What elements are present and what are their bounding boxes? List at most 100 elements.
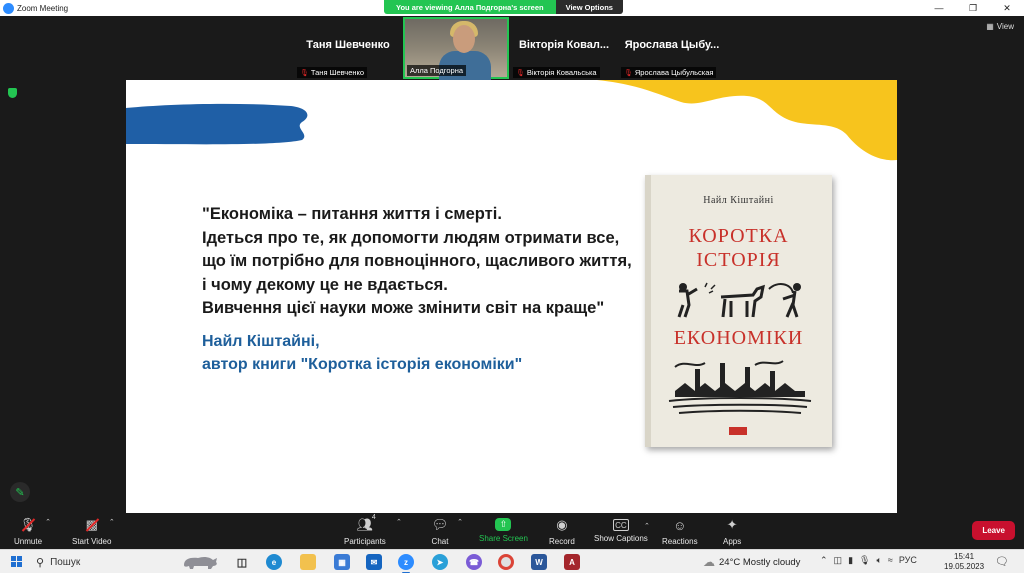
participant-label-text: Алла Подгорна — [410, 66, 464, 75]
screen-share-banner: You are viewing Алла Подгорна's screen V… — [384, 0, 623, 14]
microphone-icon[interactable]: 🎙︎ — [859, 555, 870, 566]
book-spine — [645, 175, 651, 447]
viewing-indicator: You are viewing Алла Подгорна's screen — [384, 0, 556, 14]
zoom-icon[interactable]: z — [398, 554, 414, 573]
quote-text: "Економіка – питання життя і смерті. Іде… — [202, 203, 632, 321]
leave-button[interactable]: Leave — [972, 521, 1015, 540]
yellow-brush-shape — [597, 80, 897, 161]
reactions-button[interactable]: ☺ Reactions — [662, 516, 698, 547]
access-icon[interactable]: A — [564, 554, 580, 570]
taskbar-clock[interactable]: 15:41 19.05.2023 — [944, 552, 984, 572]
chevron-up-icon[interactable]: ⌃ — [457, 518, 463, 526]
participant-tile-active-speaker[interactable]: Алла Подгорна — [403, 17, 509, 81]
meeting-toolbar: 🎙︎ ⌃ Unmute ▩ ⌃ Start Video 👥︎ 4 ⌃ Participa… — [0, 513, 1024, 549]
participant-tile[interactable]: Вікторія Ковал... 🎙︎ Вікторія Ковальська — [511, 17, 617, 79]
participant-name-large: Вікторія Ковал... — [518, 39, 610, 51]
quote-line: Вивчення цієї науки може змінити світ на… — [202, 299, 605, 317]
view-options-button[interactable]: View Options — [555, 0, 623, 14]
language-indicator[interactable]: РУС — [899, 555, 917, 566]
security-shield-icon[interactable] — [8, 88, 17, 98]
chat-icon: 💬︎ ⌃ — [431, 517, 463, 532]
share-screen-icon: ⇧ — [495, 518, 512, 531]
mail-icon[interactable]: ✉ — [366, 554, 382, 570]
weather-text: 24°C Mostly cloudy — [719, 556, 801, 568]
file-explorer-icon[interactable] — [300, 554, 316, 570]
book-author: Найл Кіштайні — [703, 195, 774, 206]
start-video-button[interactable]: ▩ ⌃ Start Video — [72, 516, 115, 546]
chevron-up-icon[interactable]: ⌃ — [45, 518, 51, 526]
apps-button[interactable]: ✦ Apps — [723, 516, 741, 546]
battery-icon[interactable]: ▮ — [848, 555, 853, 566]
speaker-icon[interactable]: 🔈︎ — [876, 555, 881, 566]
participant-strip: Таня Шевченко 🎙︎ Таня Шевченко Алла Подг… — [295, 17, 725, 81]
participant-name-large: Ярослава Цыбу... — [624, 39, 720, 51]
participant-label: 🎙︎ Вікторія Ковальська — [513, 67, 600, 78]
camera-off-icon: ▩ ⌃ — [83, 516, 115, 534]
participant-label: 🎙︎ Ярослава Цыбульская — [621, 67, 717, 78]
viber-icon[interactable]: ☎ — [466, 554, 482, 570]
show-captions-label: Show Captions — [594, 534, 648, 543]
mic-muted-icon: 🎙︎ — [300, 69, 309, 77]
quote-line: і чому декому це не вдається. — [202, 275, 448, 294]
chevron-up-icon[interactable]: ⌃ — [109, 518, 115, 526]
close-icon[interactable]: ✕ — [990, 0, 1024, 16]
participant-tile[interactable]: Ярослава Цыбу... 🎙︎ Ярослава Цыбульская — [619, 17, 725, 79]
participant-label: Алла Подгорна — [407, 65, 467, 76]
annotate-pen-icon[interactable]: ✎ — [10, 482, 30, 502]
record-button[interactable]: ◉ Record — [549, 516, 575, 546]
chevron-up-icon[interactable]: ⌃ — [644, 522, 650, 530]
book-title-line: історія — [696, 249, 781, 271]
show-hidden-icons-chevron-icon[interactable]: ⌃ — [820, 555, 828, 566]
participants-label: Participants — [344, 537, 386, 546]
telegram-icon[interactable]: ➤ — [432, 554, 448, 570]
show-captions-button[interactable]: CC ⌃ Show Captions — [594, 516, 650, 543]
task-view-icon[interactable]: ◫ — [234, 554, 250, 570]
word-icon[interactable]: W — [531, 554, 547, 570]
chat-button[interactable]: 💬︎ ⌃ Chat — [431, 516, 463, 546]
participants-count: 4 — [371, 514, 376, 521]
participant-label: 🎙︎ Таня Шевченко — [297, 67, 368, 78]
record-label: Record — [549, 537, 575, 546]
shared-screen-slide: "Економіка – питання життя і смерті. Іде… — [126, 80, 897, 513]
edge-icon[interactable]: e — [266, 554, 282, 570]
start-video-label: Start Video — [72, 537, 112, 546]
network-icon[interactable]: ◫ — [834, 555, 843, 566]
share-screen-button[interactable]: ⇧ Share Screen — [479, 516, 528, 543]
book-illustration-factory — [668, 360, 812, 414]
participant-name-large: Таня Шевченко — [306, 39, 390, 51]
apps-label: Apps — [723, 537, 742, 546]
store-icon[interactable]: ▦ — [334, 554, 350, 570]
unmute-label: Unmute — [14, 537, 43, 546]
quote-author: Найл Кіштайні, автор книги "Коротка істо… — [202, 330, 522, 376]
record-icon: ◉ — [556, 517, 568, 532]
minimize-icon[interactable]: — — [922, 0, 956, 16]
cloud-icon: ☁ — [703, 555, 715, 569]
participant-tile[interactable]: Таня Шевченко 🎙︎ Таня Шевченко — [295, 17, 401, 79]
weather-widget[interactable]: ☁ 24°C Mostly cloudy — [703, 555, 800, 569]
apps-icon: ✦ — [726, 517, 738, 532]
quote-line: що їм потрібно для повноцінного, щасливо… — [202, 252, 632, 270]
book-title-line: економіки — [673, 327, 804, 349]
mic-muted-icon: 🎙︎ — [624, 69, 633, 77]
notifications-icon[interactable]: 🗨︎ — [995, 555, 1009, 568]
chrome-icon[interactable] — [498, 554, 514, 570]
book-cover-image: Найл Кіштайні Коротка історія економіки — [645, 175, 832, 447]
clock-time: 15:41 — [954, 552, 975, 561]
publisher-logo — [729, 427, 747, 435]
video-person-face — [453, 25, 475, 53]
search-placeholder: Пошук — [50, 556, 81, 568]
wifi-icon[interactable]: ≈ — [888, 555, 893, 566]
blue-brush-shape — [126, 103, 308, 145]
participants-button[interactable]: 👥︎ 4 ⌃ Participants — [344, 514, 402, 546]
windows-start-icon[interactable] — [11, 556, 22, 567]
reactions-icon: ☺ — [673, 517, 687, 533]
restore-icon[interactable]: ❐ — [956, 0, 990, 16]
unmute-button[interactable]: 🎙︎ ⌃ Unmute — [14, 516, 51, 546]
search-highlight-rhino-icon[interactable] — [180, 553, 220, 570]
participant-label-text: Вікторія Ковальська — [526, 68, 597, 77]
chevron-up-icon[interactable]: ⌃ — [396, 518, 402, 526]
participant-label-text: Таня Шевченко — [310, 68, 365, 77]
chat-label: Chat — [431, 537, 449, 546]
author-line: Найл Кіштайні, — [202, 333, 320, 350]
view-button[interactable]: ▦ View — [986, 22, 1014, 31]
